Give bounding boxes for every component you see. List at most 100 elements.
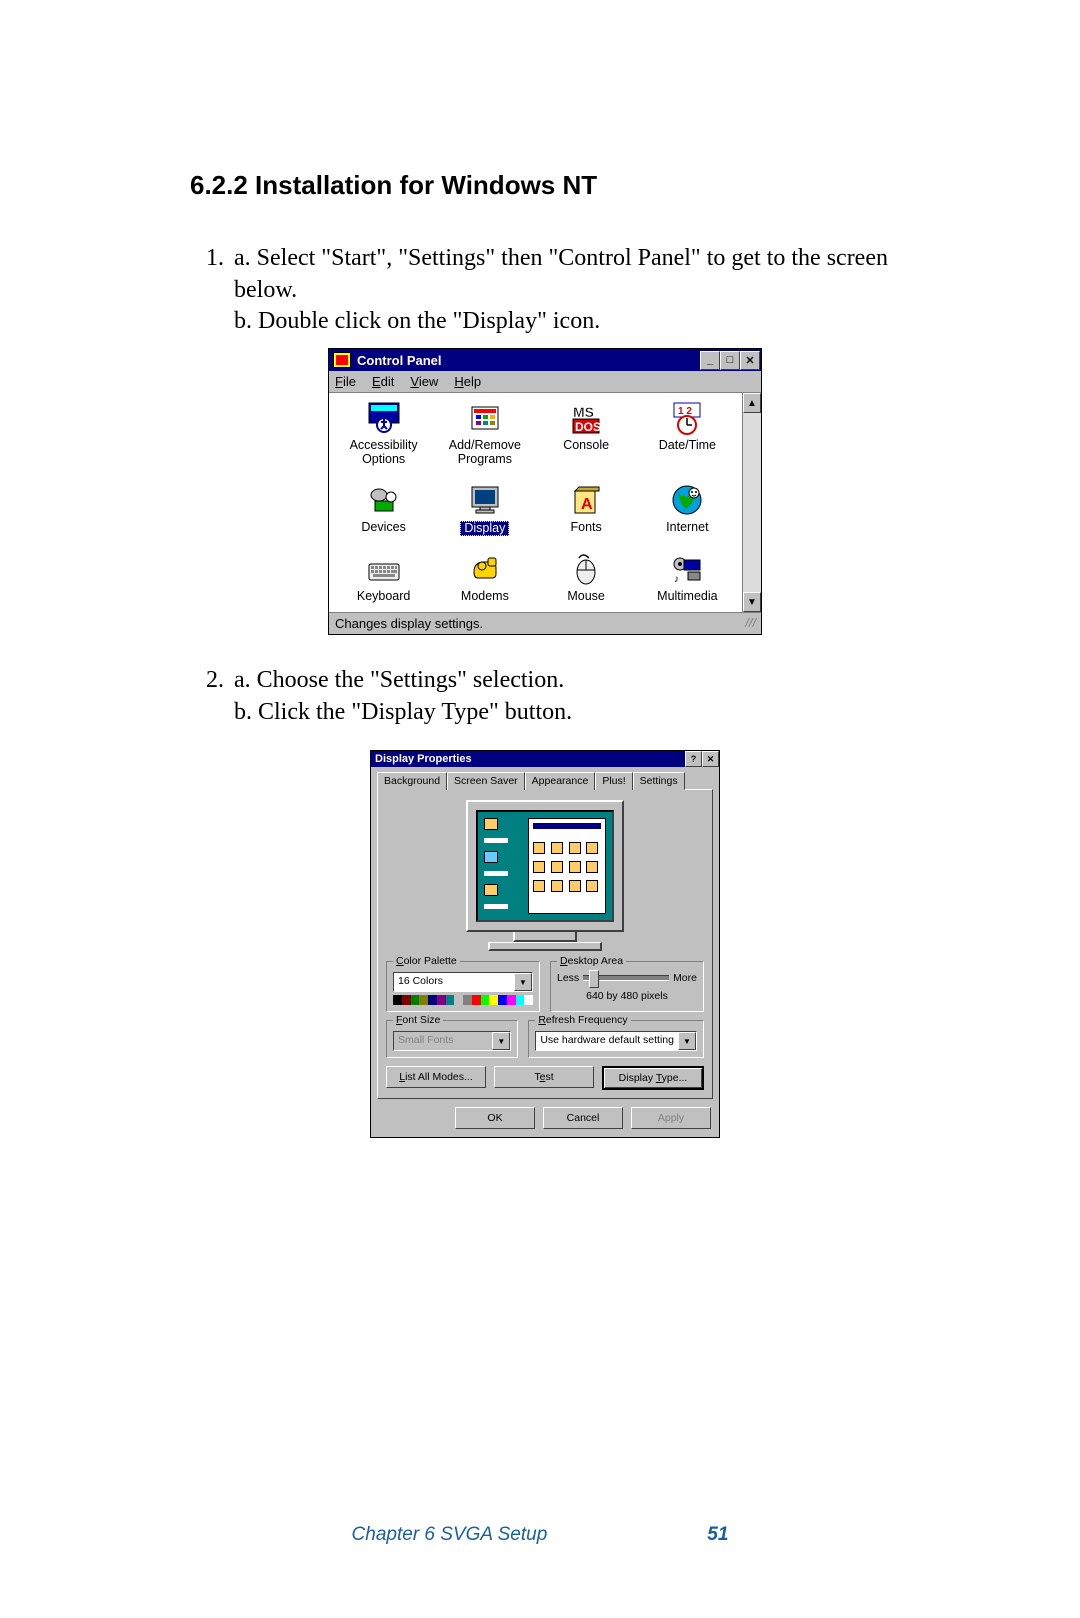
test-button[interactable]: Test bbox=[494, 1066, 594, 1088]
svg-text:♪: ♪ bbox=[674, 574, 679, 585]
cp-item-label: Devices bbox=[361, 521, 405, 535]
cp-scrollbar[interactable]: ▲ ▼ bbox=[742, 393, 761, 612]
dp-tabs: Background Screen Saver Appearance Plus!… bbox=[371, 767, 719, 789]
step-2-number: 2. bbox=[190, 665, 234, 728]
cp-item-devices[interactable]: Devices bbox=[333, 483, 434, 537]
cp-item-display[interactable]: Display bbox=[434, 483, 535, 537]
group-desktop-area: Desktop Area Less More 640 by 480 pixels bbox=[550, 961, 704, 1012]
slider-thumb[interactable] bbox=[589, 970, 599, 988]
scroll-up-button[interactable]: ▲ bbox=[743, 393, 761, 413]
group-legend: Font Size bbox=[393, 1014, 443, 1026]
cp-item-label: Mouse bbox=[567, 590, 605, 604]
resolution-slider[interactable] bbox=[583, 975, 669, 981]
color-palette-value: 16 Colors bbox=[394, 973, 514, 991]
cp-item-label: Date/Time bbox=[659, 439, 716, 453]
font-size-dropdown: Small Fonts ▼ bbox=[393, 1031, 511, 1051]
datetime-icon: 1 2 bbox=[670, 401, 704, 435]
cp-item-label: Keyboard bbox=[357, 590, 411, 604]
dp-settings-panel: Color Palette 16 Colors ▼ Desktop Area bbox=[377, 789, 713, 1099]
footer-chapter: Chapter 6 SVGA Setup bbox=[352, 1524, 548, 1546]
dp-title: Display Properties bbox=[375, 753, 685, 765]
cp-item-internet[interactable]: Internet bbox=[637, 483, 738, 537]
step-1a: a. Select "Start", "Settings" then "Cont… bbox=[234, 243, 900, 306]
svg-text:DOS: DOS bbox=[575, 420, 601, 434]
cp-item-keyboard[interactable]: Keyboard bbox=[333, 552, 434, 604]
cp-item-multimedia[interactable]: ♪ Multimedia bbox=[637, 552, 738, 604]
section-heading: 6.2.2 Installation for Windows NT bbox=[190, 170, 900, 201]
cp-item-mouse[interactable]: Mouse bbox=[536, 552, 637, 604]
menu-edit[interactable]: Edit bbox=[372, 374, 394, 389]
tab-appearance[interactable]: Appearance bbox=[525, 772, 596, 790]
dp-titlebar[interactable]: Display Properties ? ✕ bbox=[371, 751, 719, 767]
addremove-icon bbox=[468, 401, 502, 435]
refresh-value: Use hardware default setting bbox=[536, 1032, 678, 1050]
scroll-track[interactable] bbox=[743, 413, 761, 592]
ok-button[interactable]: OK bbox=[455, 1107, 535, 1129]
tab-plus[interactable]: Plus! bbox=[595, 772, 632, 790]
cp-titlebar[interactable]: Control Panel _ □ ✕ bbox=[329, 349, 761, 371]
tab-settings[interactable]: Settings bbox=[633, 772, 685, 790]
tab-background[interactable]: Background bbox=[377, 772, 447, 790]
refresh-dropdown[interactable]: Use hardware default setting ▼ bbox=[535, 1031, 697, 1051]
cancel-button[interactable]: Cancel bbox=[543, 1107, 623, 1129]
keyboard-icon bbox=[367, 552, 401, 586]
cp-item-label: Fonts bbox=[570, 521, 601, 535]
group-color-palette: Color Palette 16 Colors ▼ bbox=[386, 961, 540, 1012]
chevron-down-icon: ▼ bbox=[492, 1032, 510, 1050]
display-type-button[interactable]: Display Type... bbox=[602, 1066, 704, 1090]
internet-icon bbox=[670, 483, 704, 517]
svg-text:MS: MS bbox=[573, 404, 594, 420]
mouse-icon bbox=[569, 552, 603, 586]
cp-statusbar: Changes display settings. /// bbox=[329, 612, 761, 634]
help-button[interactable]: ? bbox=[685, 751, 702, 767]
cp-icon-grid: Accessibility Options Add/Remove Program… bbox=[329, 393, 742, 612]
tab-screensaver[interactable]: Screen Saver bbox=[447, 772, 525, 790]
menu-file[interactable]: File bbox=[335, 374, 356, 389]
cp-item-label: Modems bbox=[461, 590, 509, 604]
close-button[interactable]: ✕ bbox=[740, 351, 760, 370]
menu-help[interactable]: Help bbox=[454, 374, 481, 389]
group-font-size: Font Size Small Fonts ▼ bbox=[386, 1020, 518, 1058]
console-icon: MSDOS bbox=[569, 401, 603, 435]
control-panel-window: Control Panel _ □ ✕ File Edit View Help … bbox=[328, 348, 762, 635]
step-2a: a. Choose the "Settings" selection. bbox=[234, 665, 900, 697]
cp-item-label: Multimedia bbox=[657, 590, 717, 604]
multimedia-icon: ♪ bbox=[670, 552, 704, 586]
cp-item-datetime[interactable]: 1 2 Date/Time bbox=[637, 401, 738, 467]
list-modes-button[interactable]: List All Modes... bbox=[386, 1066, 486, 1088]
resize-grip[interactable]: /// bbox=[744, 616, 755, 631]
step-2: 2. a. Choose the "Settings" selection. b… bbox=[190, 665, 900, 728]
cp-item-label-selected: Display bbox=[460, 521, 509, 537]
cp-item-label: Accessibility Options bbox=[333, 439, 434, 467]
group-legend: Color Palette bbox=[393, 955, 460, 967]
cp-item-label: Internet bbox=[666, 521, 708, 535]
chevron-down-icon[interactable]: ▼ bbox=[514, 973, 532, 991]
cp-item-console[interactable]: MSDOS Console bbox=[536, 401, 637, 467]
group-legend: Desktop Area bbox=[557, 955, 626, 967]
step-2b: b. Click the "Display Type" button. bbox=[234, 697, 900, 729]
maximize-button[interactable]: □ bbox=[720, 351, 740, 370]
cp-status-text: Changes display settings. bbox=[335, 616, 483, 631]
cp-item-addremove[interactable]: Add/Remove Programs bbox=[434, 401, 535, 467]
cp-system-icon[interactable] bbox=[333, 352, 351, 368]
cp-item-accessibility[interactable]: Accessibility Options bbox=[333, 401, 434, 467]
chevron-down-icon[interactable]: ▼ bbox=[678, 1032, 696, 1050]
display-icon bbox=[468, 483, 502, 517]
resolution-text: 640 by 480 pixels bbox=[557, 990, 697, 1002]
close-button[interactable]: ✕ bbox=[702, 751, 719, 767]
step-1-number: 1. bbox=[190, 243, 234, 338]
cp-item-modems[interactable]: Modems bbox=[434, 552, 535, 604]
cp-item-label: Add/Remove Programs bbox=[434, 439, 535, 467]
group-legend: Refresh Frequency bbox=[535, 1014, 630, 1026]
svg-text:A: A bbox=[581, 496, 593, 513]
cp-item-fonts[interactable]: A Fonts bbox=[536, 483, 637, 537]
font-size-value: Small Fonts bbox=[394, 1032, 492, 1050]
step-1b: b. Double click on the "Display" icon. bbox=[234, 306, 900, 338]
slider-more-label: More bbox=[673, 972, 697, 984]
display-properties-dialog: Display Properties ? ✕ Background Screen… bbox=[370, 750, 720, 1138]
scroll-down-button[interactable]: ▼ bbox=[743, 592, 761, 612]
page-footer: Chapter 6 SVGA Setup 51 bbox=[0, 1524, 1080, 1546]
menu-view[interactable]: View bbox=[410, 374, 438, 389]
minimize-button[interactable]: _ bbox=[700, 351, 720, 370]
color-palette-dropdown[interactable]: 16 Colors ▼ bbox=[393, 972, 533, 992]
